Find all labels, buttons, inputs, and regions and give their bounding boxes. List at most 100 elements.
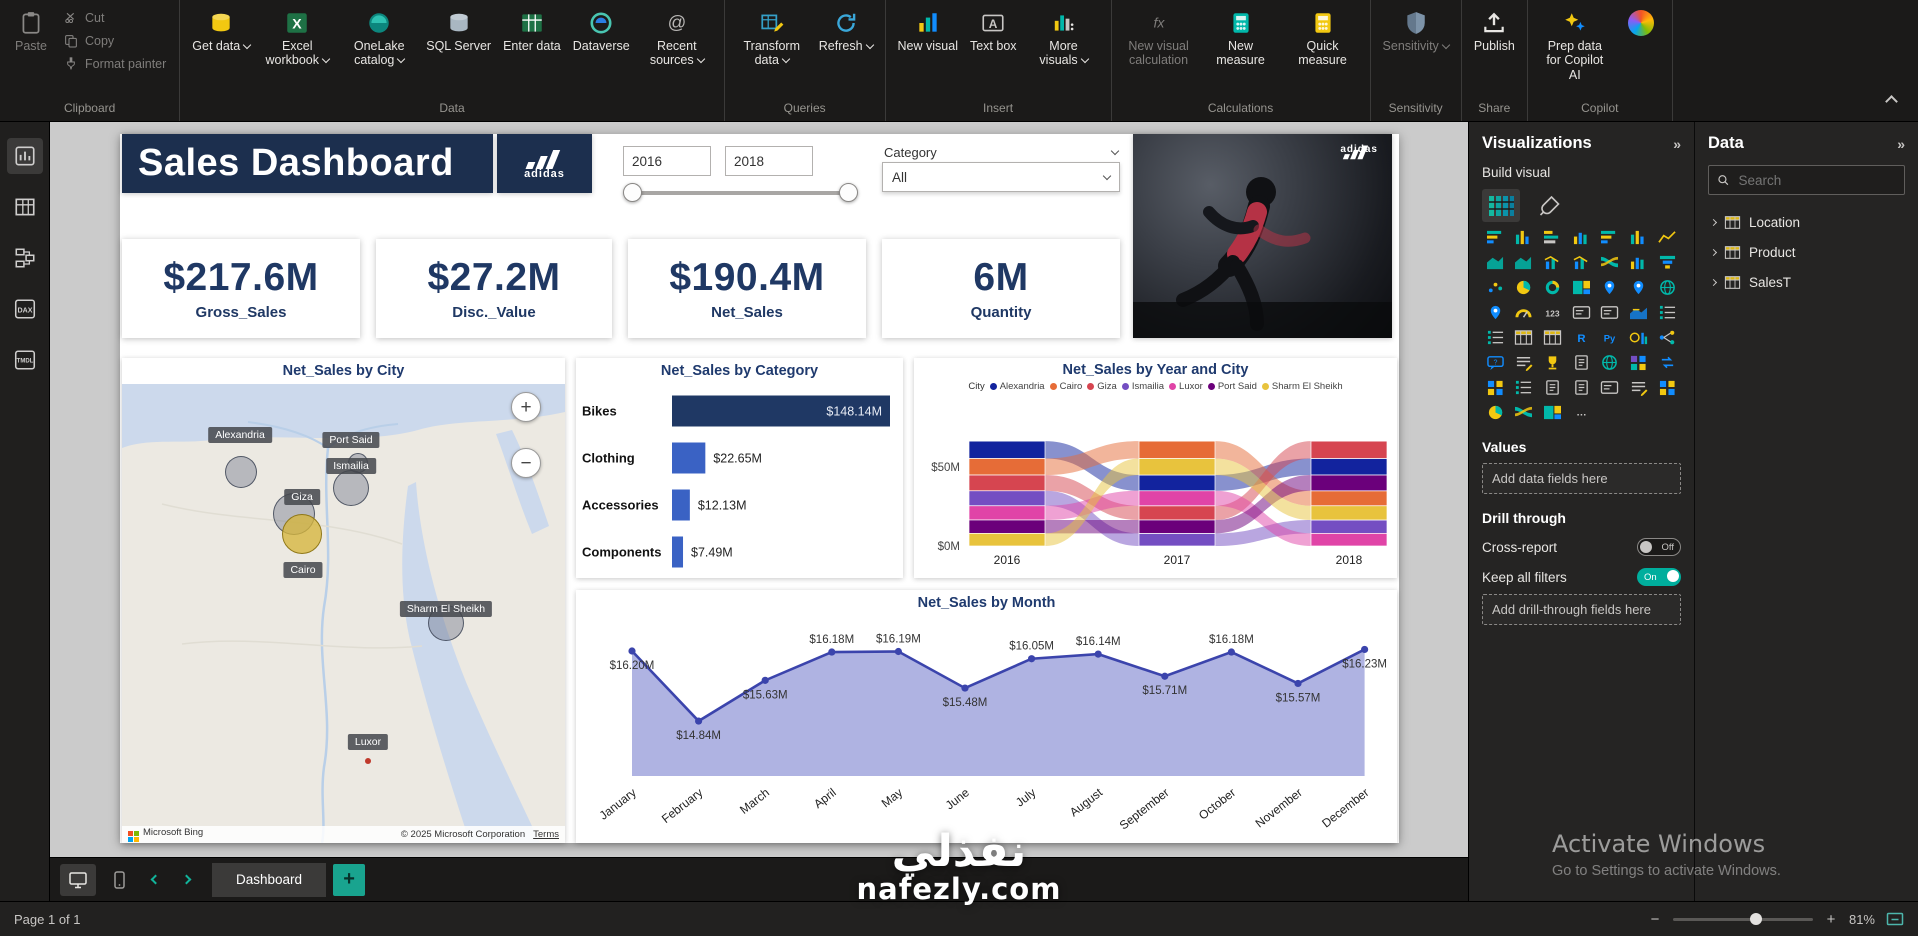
r-script-visual-icon[interactable]: R bbox=[1568, 327, 1594, 348]
keep-all-filters-toggle[interactable]: On bbox=[1637, 568, 1681, 586]
ribbon-chart-icon[interactable] bbox=[1597, 252, 1623, 273]
line-and-clustered-column-chart-icon[interactable] bbox=[1568, 252, 1594, 273]
year-to-input[interactable] bbox=[725, 146, 813, 176]
data-search-box[interactable] bbox=[1708, 165, 1905, 195]
more-visuals-button[interactable]: More visuals bbox=[1024, 4, 1104, 70]
report-title-banner[interactable]: Sales Dashboard bbox=[122, 134, 493, 193]
map-bubble-ismailia[interactable] bbox=[333, 470, 369, 506]
legend-item[interactable]: Alexandria bbox=[989, 381, 1045, 392]
new-visual-calculation-button[interactable]: fx New visual calculation bbox=[1119, 4, 1199, 70]
publish-button[interactable]: Publish bbox=[1469, 4, 1520, 55]
sensitivity-button[interactable]: Sensitivity bbox=[1378, 4, 1454, 55]
category-slicer[interactable]: Category All bbox=[882, 142, 1120, 200]
excel-workbook-button[interactable]: X Excel workbook bbox=[257, 4, 337, 70]
refresh-button[interactable]: Refresh bbox=[814, 4, 878, 55]
waterfall-chart-icon[interactable] bbox=[1626, 252, 1652, 273]
mobile-layout-button[interactable] bbox=[101, 864, 137, 896]
zoom-out-button[interactable]: − bbox=[1648, 911, 1662, 928]
desktop-layout-button[interactable] bbox=[60, 863, 96, 896]
custom-visual-icon[interactable] bbox=[1539, 402, 1565, 423]
custom-visual-icon[interactable] bbox=[1482, 402, 1508, 423]
collapse-ribbon-button[interactable] bbox=[1878, 91, 1904, 111]
bar-chart-visual[interactable]: Net_Sales by Category Bikes $148.14M Clothi… bbox=[576, 358, 903, 578]
quick-measure-button[interactable]: Quick measure bbox=[1283, 4, 1363, 70]
search-input[interactable] bbox=[1736, 171, 1896, 189]
treemap-icon[interactable] bbox=[1568, 277, 1594, 298]
text-box-visual-icon[interactable] bbox=[1626, 377, 1652, 398]
scatter-chart-icon[interactable] bbox=[1482, 277, 1508, 298]
zoom-slider-handle[interactable] bbox=[1749, 912, 1762, 925]
stacked-area-chart-icon[interactable] bbox=[1511, 252, 1537, 273]
map-bubble-cairo[interactable] bbox=[282, 514, 322, 554]
power-automate-icon[interactable] bbox=[1654, 352, 1680, 373]
recent-sources-button[interactable]: @ Recent sources bbox=[637, 4, 717, 70]
terms-link[interactable]: Terms bbox=[533, 829, 559, 840]
fit-to-page-icon[interactable] bbox=[1886, 912, 1904, 927]
text-slicer-icon[interactable] bbox=[1511, 377, 1537, 398]
new-slicer-icon[interactable] bbox=[1482, 327, 1508, 348]
collapse-pane-icon[interactable]: » bbox=[1673, 136, 1681, 152]
stacked-bar-chart-icon[interactable] bbox=[1482, 227, 1508, 248]
smart-narrative-icon[interactable] bbox=[1511, 352, 1537, 373]
azure-map-icon[interactable] bbox=[1654, 277, 1680, 298]
line-chart-visual[interactable]: Net_Sales by Month $16.20M $14.84M $15.63M… bbox=[576, 590, 1397, 843]
year-slicer[interactable] bbox=[623, 146, 858, 208]
metrics-icon[interactable] bbox=[1539, 352, 1565, 373]
map-bubble-alexandria[interactable] bbox=[225, 456, 257, 488]
zoom-in-button[interactable]: + bbox=[1824, 911, 1838, 928]
year-slider-handle-right[interactable] bbox=[839, 183, 858, 202]
build-visual-mode-button[interactable] bbox=[1482, 189, 1520, 222]
map-zoom-in-button[interactable]: + bbox=[511, 392, 541, 422]
legend-item[interactable]: Luxor bbox=[1169, 381, 1203, 392]
model-view-button[interactable] bbox=[7, 240, 43, 276]
page-tab-dashboard[interactable]: Dashboard bbox=[212, 862, 327, 897]
cross-report-toggle[interactable]: Off bbox=[1637, 538, 1681, 556]
map-dot-luxor[interactable] bbox=[365, 758, 371, 764]
drill-through-field-well[interactable]: Add drill-through fields here bbox=[1482, 594, 1681, 625]
power-apps-icon[interactable] bbox=[1626, 352, 1652, 373]
ribbon-chart-visual[interactable]: Net_Sales by Year and City City Alexandri… bbox=[914, 358, 1397, 578]
stacked-column-chart-icon[interactable] bbox=[1511, 227, 1537, 248]
copy-button[interactable]: Copy bbox=[57, 31, 172, 51]
line-chart-icon[interactable] bbox=[1654, 227, 1680, 248]
legend-item[interactable]: Giza bbox=[1087, 381, 1117, 392]
sql-server-button[interactable]: SQL Server bbox=[421, 4, 496, 55]
funnel-chart-icon[interactable] bbox=[1654, 252, 1680, 273]
zoom-slider[interactable] bbox=[1672, 912, 1813, 925]
map-icon[interactable] bbox=[1597, 277, 1623, 298]
donut-chart-icon[interactable] bbox=[1539, 277, 1565, 298]
category-dropdown[interactable]: All bbox=[882, 162, 1120, 192]
data-table-salest[interactable]: SalesT bbox=[1708, 267, 1905, 297]
legend-item[interactable]: Ismailia bbox=[1121, 381, 1164, 392]
clustered-column-chart-icon[interactable] bbox=[1568, 227, 1594, 248]
year-range-slider[interactable] bbox=[623, 182, 858, 204]
100-stacked-bar-chart-icon[interactable] bbox=[1597, 227, 1623, 248]
format-visual-mode-button[interactable] bbox=[1530, 189, 1568, 222]
button-slicer-icon[interactable] bbox=[1482, 377, 1508, 398]
dax-query-view-button[interactable]: DAX bbox=[7, 291, 43, 327]
get-data-button[interactable]: Get data bbox=[187, 4, 255, 55]
paste-button[interactable]: Paste bbox=[7, 4, 55, 55]
more-options-icon[interactable]: … bbox=[1568, 402, 1594, 423]
custom-visual-icon[interactable] bbox=[1511, 402, 1537, 423]
filled-map-icon[interactable] bbox=[1626, 277, 1652, 298]
legend-item[interactable]: Sharm El Sheikh bbox=[1261, 381, 1343, 392]
shape-map-icon[interactable] bbox=[1482, 302, 1508, 323]
onelake-catalog-button[interactable]: OneLake catalog bbox=[339, 4, 419, 70]
card-icon[interactable]: 123 bbox=[1539, 302, 1565, 323]
gauge-icon[interactable] bbox=[1511, 302, 1537, 323]
kpi-icon[interactable] bbox=[1626, 302, 1652, 323]
adidas-logo[interactable]: adidas bbox=[497, 134, 592, 193]
kpi-card-disc._value[interactable]: $27.2M Disc._Value bbox=[376, 239, 612, 338]
prep-data-for-copilot-button[interactable]: Prep data for Copilot AI bbox=[1535, 4, 1615, 84]
decomposition-tree-icon[interactable] bbox=[1654, 327, 1680, 348]
text-box-button[interactable]: A Text box bbox=[965, 4, 1022, 55]
slicer-icon[interactable] bbox=[1654, 302, 1680, 323]
new-card-icon[interactable] bbox=[1568, 302, 1594, 323]
data-table-location[interactable]: Location bbox=[1708, 207, 1905, 237]
new-page-button[interactable]: + bbox=[333, 863, 366, 896]
expand-icon[interactable] bbox=[1709, 248, 1718, 256]
report-view-button[interactable] bbox=[6, 138, 43, 174]
python-visual-icon[interactable]: Py bbox=[1597, 327, 1623, 348]
year-from-input[interactable] bbox=[623, 146, 711, 176]
